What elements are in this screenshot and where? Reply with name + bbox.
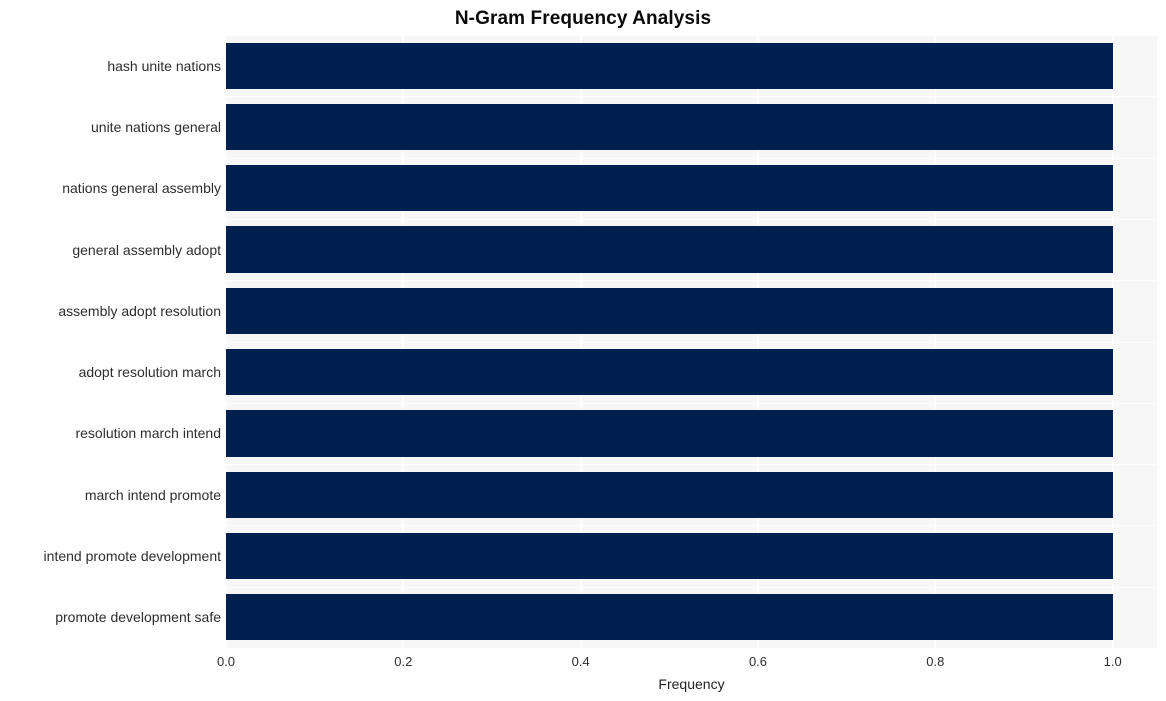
gridline-horizontal — [226, 464, 1157, 465]
y-axis-tick-label: intend promote development — [43, 548, 221, 565]
x-axis-tick-label: 0.2 — [394, 654, 413, 669]
y-axis-tick-label: unite nations general — [91, 118, 221, 135]
y-axis-tick-label: nations general assembly — [62, 180, 221, 197]
gridline-horizontal — [226, 219, 1157, 220]
gridline-horizontal — [226, 96, 1157, 97]
gridline-horizontal — [226, 587, 1157, 588]
y-axis-tick-label: promote development safe — [55, 609, 221, 626]
bar — [226, 349, 1113, 396]
x-axis-tick-label: 0.6 — [748, 654, 768, 669]
y-axis-tick-label: resolution march intend — [75, 425, 221, 442]
y-axis-tick-label: assembly adopt resolution — [58, 302, 221, 319]
bar — [226, 165, 1113, 212]
x-axis-label: Frequency — [658, 676, 725, 692]
chart-title: N-Gram Frequency Analysis — [454, 8, 712, 29]
chart-figure: N-Gram Frequency Analysis hash unite nat… — [0, 0, 1166, 701]
bar — [226, 42, 1113, 89]
bar — [226, 287, 1113, 334]
bar — [226, 471, 1113, 518]
x-axis-tick-label: 0.8 — [926, 654, 945, 669]
y-axis-tick-label: hash unite nations — [107, 57, 221, 74]
bar — [226, 532, 1113, 580]
gridline-horizontal — [226, 280, 1157, 281]
y-axis-tick-label: adopt resolution march — [78, 364, 221, 381]
gridline-horizontal — [226, 403, 1157, 404]
bar — [226, 226, 1113, 273]
y-axis-tick-label: general assembly adopt — [72, 241, 221, 258]
gridline-horizontal — [226, 35, 1157, 36]
bar — [226, 410, 1113, 457]
bar — [226, 594, 1113, 641]
x-axis-tick-label: 0.0 — [216, 654, 236, 669]
y-axis-tick-label: march intend promote — [84, 486, 221, 503]
x-axis-tick-label: 1.0 — [1103, 654, 1122, 669]
bar — [226, 103, 1113, 151]
gridline-horizontal — [226, 525, 1157, 526]
x-axis-tick-label: 0.4 — [571, 654, 590, 669]
gridline-horizontal — [226, 158, 1157, 159]
gridline-horizontal — [226, 342, 1157, 343]
plot-area — [226, 35, 1157, 648]
